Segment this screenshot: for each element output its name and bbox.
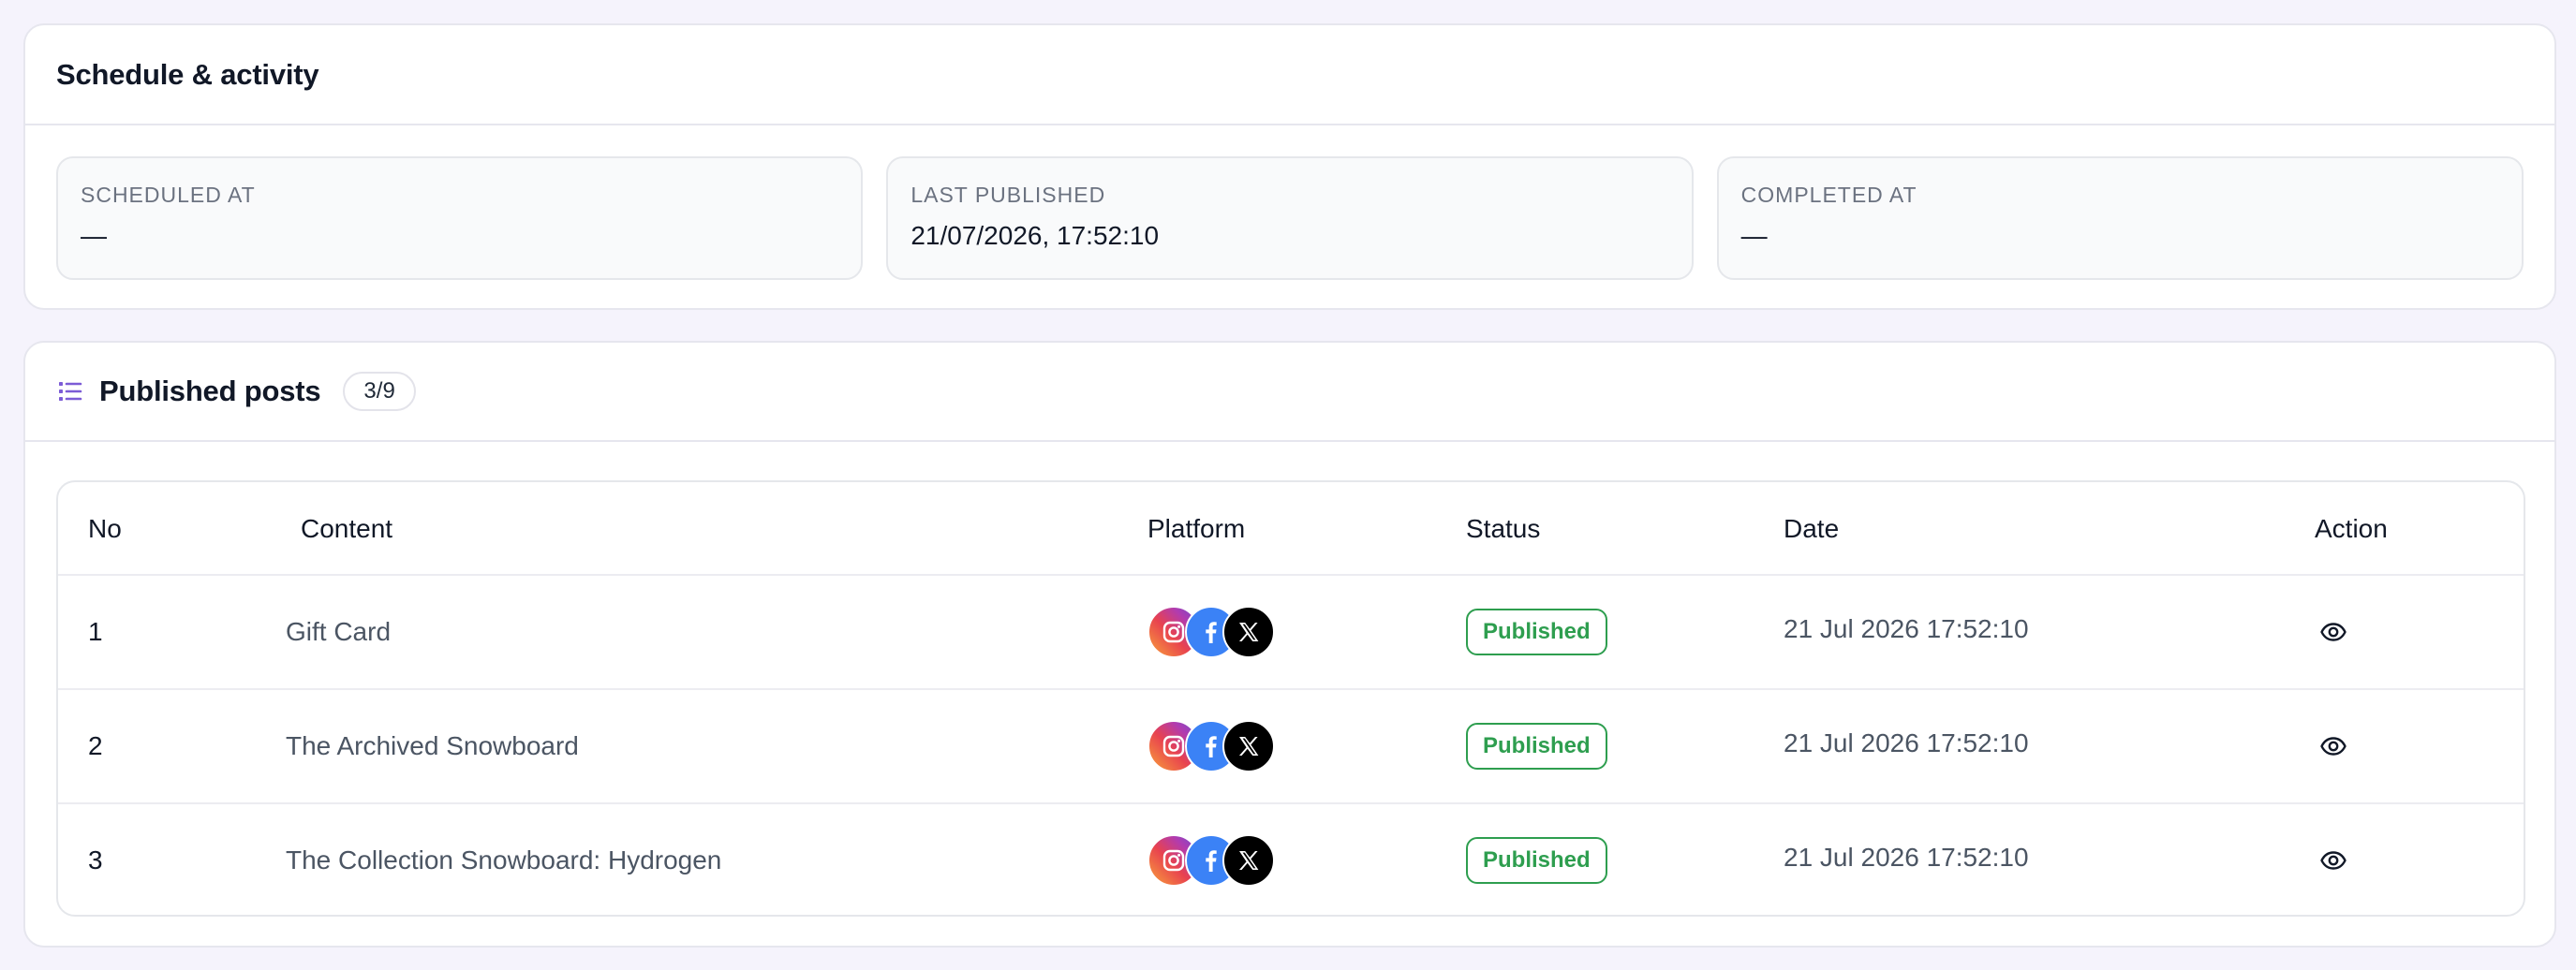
schedule-card-header: Schedule & activity [25,25,2554,125]
row-platforms [1147,576,1275,688]
row-date: 21 Jul 2026 17:52:10 [1784,614,2029,643]
posts-count-badge: 3/9 [343,372,416,411]
table-row: 3 The Collection Snowboard: Hydrogen Pub… [58,802,2524,915]
status-badge: Published [1466,837,1607,884]
row-number: 2 [88,731,103,760]
row-action [2315,690,2352,802]
stat-value: — [1740,221,1768,250]
row-action [2315,576,2352,688]
column-header-content: Content [301,514,393,543]
row-content: The Collection Snowboard: Hydrogen [286,845,722,874]
stat-value: — [81,221,107,250]
schedule-card-title: Schedule & activity [56,57,319,91]
row-platforms [1147,690,1275,802]
row-content: Gift Card [286,617,392,646]
row-content: The Archived Snowboard [286,731,579,760]
row-date: 21 Jul 2026 17:52:10 [1784,843,2029,872]
status-badge: Published [1466,723,1607,770]
eye-icon[interactable] [2315,728,2352,765]
schedule-stats: SCHEDULED AT — LAST PUBLISHED 21/07/2026… [25,125,2554,280]
eye-icon[interactable] [2315,842,2352,879]
list-icon [58,379,82,404]
row-status: Published [1466,576,1607,688]
x-icon [1222,834,1275,887]
column-header-platform: Platform [1147,514,1246,543]
stat-value: 21/07/2026, 17:52:10 [910,221,1160,250]
column-header-action: Action [2315,514,2388,543]
row-platforms [1147,804,1275,915]
row-number: 3 [88,845,103,874]
last-published-stat: LAST PUBLISHED 21/07/2026, 17:52:10 [886,156,1694,280]
schedule-activity-card: Schedule & activity SCHEDULED AT — LAST … [23,23,2556,310]
status-badge: Published [1466,609,1607,655]
table-row: 1 Gift Card Published 21 Jul 2026 17:52:… [58,574,2524,688]
stat-label: COMPLETED AT [1740,183,1917,207]
row-date: 21 Jul 2026 17:52:10 [1784,728,2029,757]
table-header-row: No Content Platform Status Date Action [58,482,2524,574]
column-header-no: No [88,514,122,543]
stat-label: SCHEDULED AT [81,183,256,207]
x-icon [1222,606,1275,658]
completed-at-stat: COMPLETED AT — [1716,156,2524,280]
posts-table: No Content Platform Status Date Action 1… [56,480,2525,917]
posts-card-title: Published posts [99,375,321,407]
column-header-status: Status [1466,514,1541,543]
row-action [2315,804,2352,915]
row-status: Published [1466,804,1607,915]
published-posts-card: Published posts 3/9 No Content Platform … [23,341,2556,948]
column-header-date: Date [1784,514,1840,543]
row-number: 1 [88,617,103,646]
row-status: Published [1466,690,1607,802]
stat-label: LAST PUBLISHED [910,183,1106,207]
eye-icon[interactable] [2315,613,2352,651]
posts-card-header: Published posts 3/9 [25,343,2554,442]
x-icon [1222,720,1275,772]
table-row: 2 The Archived Snowboard Published 21 Ju… [58,688,2524,802]
scheduled-at-stat: SCHEDULED AT — [56,156,864,280]
